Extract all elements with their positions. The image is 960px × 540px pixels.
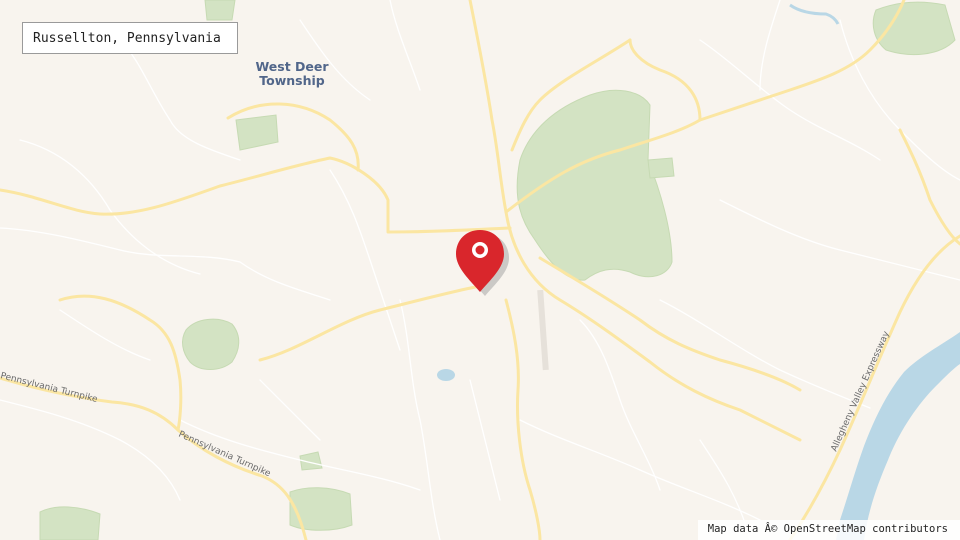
pond xyxy=(437,369,455,381)
park-northeast xyxy=(872,1,956,56)
park-west xyxy=(182,318,240,370)
map-attribution: Map data Â© OpenStreetMap contributors xyxy=(697,520,960,540)
location-title: Russellton, Pennsylvania xyxy=(22,22,238,54)
park-south xyxy=(289,487,353,531)
place-label-text: West Deer Township xyxy=(255,59,329,88)
park-southwest xyxy=(39,506,101,540)
marker-dot xyxy=(475,245,485,255)
place-label-west-deer: West Deer Township xyxy=(232,60,352,88)
map-tiles[interactable]: Pennsylvania Turnpike Pennsylvania Turnp… xyxy=(0,0,960,540)
map-view[interactable]: Pennsylvania Turnpike Pennsylvania Turnp… xyxy=(0,0,960,540)
park-north xyxy=(204,0,236,21)
park-small-3 xyxy=(647,157,675,179)
